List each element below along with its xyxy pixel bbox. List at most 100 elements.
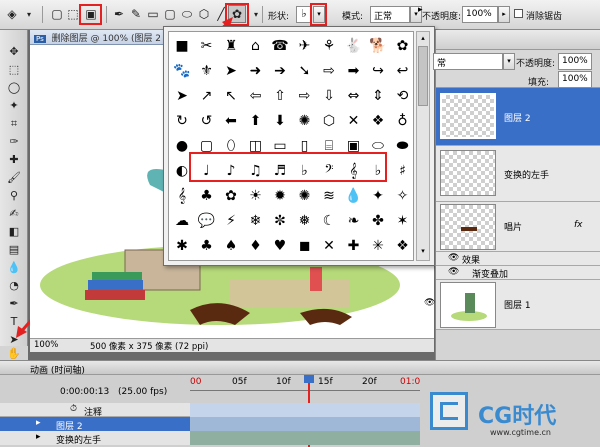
shape-preset-7-9[interactable]: ✶ (390, 210, 414, 232)
eye-icon[interactable]: 👁 (424, 298, 435, 308)
shape-preset-5-9[interactable]: ♯ (390, 160, 414, 182)
shape-preset-8-4[interactable]: ♥ (267, 235, 293, 257)
track-bar[interactable] (190, 417, 420, 431)
shape-preset-6-2[interactable]: ✿ (218, 185, 244, 207)
shape-preset-6-5[interactable]: ✺ (292, 185, 318, 207)
shape-preset-1-8[interactable]: ↪ (365, 60, 391, 82)
shape-preset-2-9[interactable]: ⟲ (390, 85, 414, 107)
layer-row[interactable]: 👁 图层 1 (424, 280, 600, 330)
shape-preset-6-4[interactable]: ✹ (267, 185, 293, 207)
shape-preset-2-2[interactable]: ↖ (218, 85, 244, 107)
effect-item-row[interactable]: 👁 渐变叠加 (436, 266, 600, 280)
shape-preset-1-2[interactable]: ➤ (218, 60, 244, 82)
layer-row[interactable]: 唱片 fx (436, 202, 600, 252)
comments-track[interactable]: ⏱ 注释 (0, 403, 190, 418)
scroll-up-icon[interactable]: ▴ (418, 34, 428, 44)
fill-input[interactable]: 100% (558, 71, 592, 88)
shape-preset-3-9[interactable]: ♁ (390, 110, 414, 132)
shape-preset-8-6[interactable]: ✕ (316, 235, 342, 257)
track-bar[interactable] (190, 431, 420, 445)
shape-preset-3-7[interactable]: ✕ (341, 110, 367, 132)
shape-preset-8-2[interactable]: ♠ (218, 235, 244, 257)
timeline-title[interactable]: 动画 (时间轴) (30, 363, 85, 376)
shape-preset-1-9[interactable]: ↩ (390, 60, 414, 82)
track-row[interactable]: ▸ 变换的左手 (0, 431, 190, 446)
current-time[interactable]: 0:00:00:13 (60, 387, 109, 397)
shape-preset-2-7[interactable]: ⇔ (341, 85, 367, 107)
shape-preset-7-1[interactable]: 💬 (194, 210, 220, 232)
shape-preset-0-1[interactable]: ✂ (194, 35, 220, 57)
layer-opacity-input[interactable]: 100% (558, 53, 592, 70)
shape-preset-1-1[interactable]: ⚜ (194, 60, 220, 82)
shape-preset-0-6[interactable]: ⚘ (316, 35, 342, 57)
shape-preset-8-7[interactable]: ✚ (341, 235, 367, 257)
shape-preset-1-5[interactable]: ➘ (292, 60, 318, 82)
shape-preset-8-8[interactable]: ✳ (365, 235, 391, 257)
shape-preset-8-5[interactable]: ◼ (292, 235, 318, 257)
shape-preset-6-7[interactable]: 💧 (341, 185, 367, 207)
stopwatch-icon[interactable]: ⏱ (70, 404, 77, 414)
shape-preset-7-8[interactable]: ✤ (365, 210, 391, 232)
picker-scrollbar[interactable]: ▴ ▾ (416, 31, 430, 261)
shape-preset-2-8[interactable]: ⇕ (365, 85, 391, 107)
shape-preset-0-8[interactable]: 🐕 (365, 35, 391, 57)
shape-preset-3-5[interactable]: ✺ (292, 110, 318, 132)
shape-preset-3-2[interactable]: ⬅ (218, 110, 244, 132)
track-row[interactable]: ▸ 图层 2 (0, 417, 190, 432)
shape-preset-2-5[interactable]: ⇨ (292, 85, 318, 107)
shape-preset-0-7[interactable]: 🐇 (341, 35, 367, 57)
shape-preset-1-6[interactable]: ⇨ (316, 60, 342, 82)
shape-preset-3-6[interactable]: ⬡ (316, 110, 342, 132)
layer-row[interactable]: 变换的左手 (436, 146, 600, 202)
shape-preset-0-4[interactable]: ☎ (267, 35, 293, 57)
shape-preset-0-9[interactable]: ✿ (390, 35, 414, 57)
shape-preset-8-3[interactable]: ♦ (243, 235, 269, 257)
shape-preset-2-6[interactable]: ⇩ (316, 85, 342, 107)
shape-preset-6-9[interactable]: ✧ (390, 185, 414, 207)
shape-preset-0-5[interactable]: ✈ (292, 35, 318, 57)
shape-preset-4-9[interactable]: ⬬ (390, 135, 414, 157)
shape-preset-7-0[interactable]: ☁ (169, 210, 195, 232)
shape-preset-6-3[interactable]: ☀ (243, 185, 269, 207)
shape-preset-6-8[interactable]: ✦ (365, 185, 391, 207)
shape-preset-6-1[interactable]: ♣ (194, 185, 220, 207)
shape-preset-3-1[interactable]: ↺ (194, 110, 220, 132)
shape-preset-1-3[interactable]: ➜ (243, 60, 269, 82)
shape-preset-0-0[interactable]: ■ (169, 35, 195, 57)
blend-mode-dropdown-icon[interactable]: ▾ (503, 53, 515, 70)
layer-row[interactable]: 图层 2 (436, 88, 600, 146)
expand-icon[interactable]: ▸ (36, 432, 41, 442)
shape-preset-3-4[interactable]: ⬇ (267, 110, 293, 132)
eye-icon[interactable]: 👁 (448, 253, 459, 263)
eye-icon[interactable]: 👁 (448, 267, 459, 277)
shape-preset-0-2[interactable]: ♜ (218, 35, 244, 57)
shape-preset-0-3[interactable]: ⌂ (243, 35, 269, 57)
shape-preset-8-9[interactable]: ❖ (390, 235, 414, 257)
shape-preset-6-0[interactable]: 𝄞 (169, 185, 195, 207)
zoom-value[interactable]: 100% (34, 340, 58, 350)
expand-icon[interactable]: ▸ (36, 418, 41, 428)
shape-preset-8-1[interactable]: ♣ (194, 235, 220, 257)
picker-menu-icon[interactable]: ▸ (418, 5, 432, 19)
shape-preset-2-3[interactable]: ⇦ (243, 85, 269, 107)
shape-preset-6-6[interactable]: ≋ (316, 185, 342, 207)
shape-preset-2-0[interactable]: ➤ (169, 85, 195, 107)
scroll-thumb[interactable] (418, 46, 428, 106)
shape-preset-2-4[interactable]: ⇧ (267, 85, 293, 107)
shape-preset-8-0[interactable]: ✱ (169, 235, 195, 257)
shape-preset-7-4[interactable]: ✼ (267, 210, 293, 232)
shape-preset-1-7[interactable]: ➡ (341, 60, 367, 82)
shape-preset-2-1[interactable]: ↗ (194, 85, 220, 107)
shape-preset-7-7[interactable]: ❧ (341, 210, 367, 232)
shape-preset-7-3[interactable]: ❄ (243, 210, 269, 232)
shape-preset-1-4[interactable]: ➔ (267, 60, 293, 82)
effects-row[interactable]: 👁 效果 (436, 252, 600, 266)
shape-preset-7-5[interactable]: ❅ (292, 210, 318, 232)
shape-preset-3-0[interactable]: ↻ (169, 110, 195, 132)
shape-preset-7-2[interactable]: ⚡ (218, 210, 244, 232)
shape-preset-7-6[interactable]: ☾ (316, 210, 342, 232)
scroll-down-icon[interactable]: ▾ (418, 247, 428, 257)
shape-preset-1-0[interactable]: 🐾 (169, 60, 195, 82)
fx-badge[interactable]: fx (574, 220, 583, 230)
playhead-handle[interactable] (304, 375, 314, 383)
